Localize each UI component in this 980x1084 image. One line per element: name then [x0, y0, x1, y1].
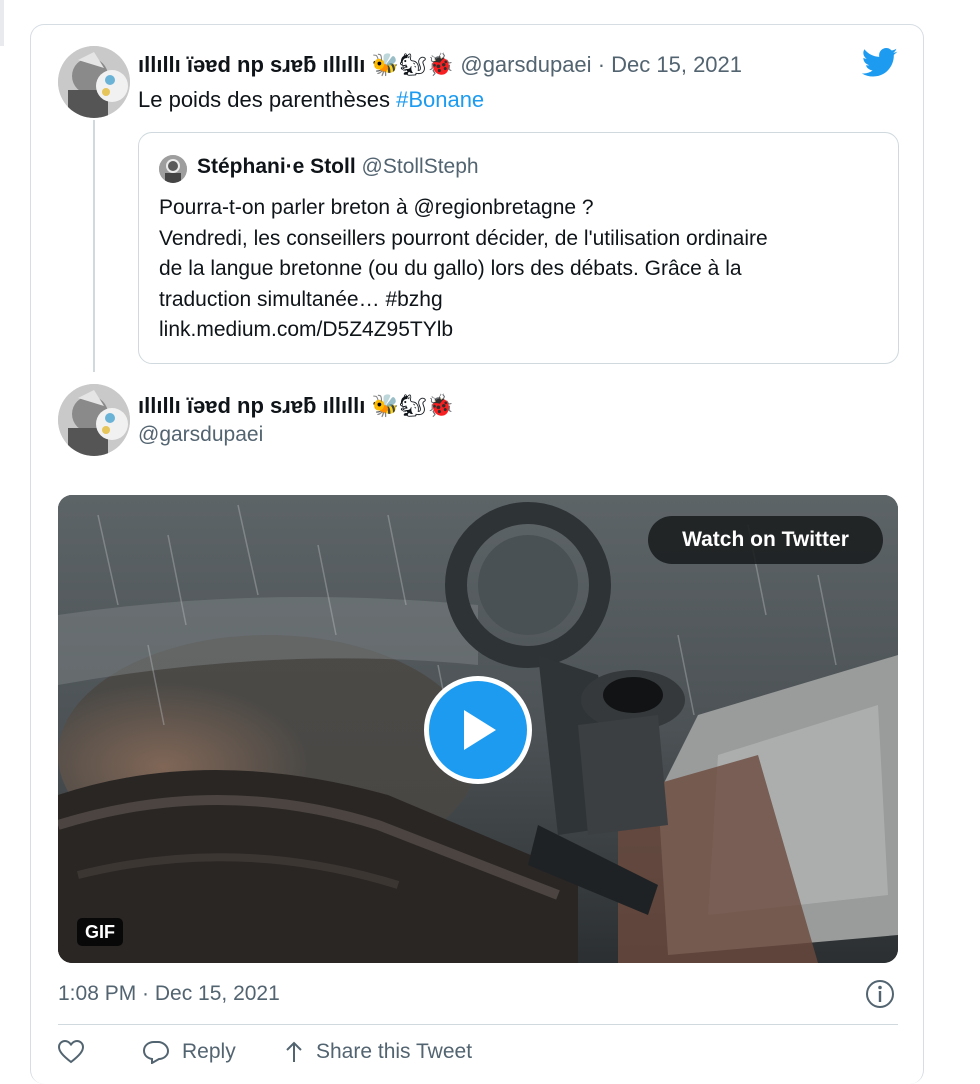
watch-on-twitter-button[interactable]: Watch on Twitter	[648, 516, 883, 564]
reply-author-emoji: 🐝🐿🐞	[371, 394, 455, 419]
thread-connector	[93, 120, 95, 372]
hashtag-link[interactable]: #Bonane	[396, 87, 484, 112]
reply-icon	[142, 1041, 170, 1064]
info-icon[interactable]	[864, 978, 896, 1010]
quoted-author-name[interactable]: Stéphani·e Stoll	[197, 155, 356, 178]
play-icon	[464, 710, 496, 750]
twitter-bird-icon[interactable]	[862, 48, 898, 78]
tweet-timestamp[interactable]: 1:08 PM · Dec 15, 2021	[58, 980, 280, 1008]
quoted-link[interactable]: link.medium.com/D5Z4Z95TYlb	[159, 315, 884, 346]
reply-author-display-name[interactable]: ıllıllı ïəɐd np sɹɐƃ ıllıllı	[138, 393, 365, 418]
quoted-line: Vendredi, les conseillers pourront décid…	[159, 226, 768, 250]
reply-author-name-line: ıllıllı ïəɐd np sɹɐƃ ıllıllı 🐝🐿🐞	[138, 392, 454, 421]
reply-button[interactable]: Reply	[142, 1040, 236, 1064]
separator-dot: ·	[597, 52, 606, 77]
quoted-line: traduction simultanée… #bzhg	[159, 287, 443, 311]
author-name-line: ıllıllı ïəɐd np sɹɐƃ ıllıllı 🐝🐿🐞 @garsdu…	[138, 51, 742, 80]
left-edge-strip	[0, 0, 4, 46]
author-handle[interactable]: @garsdupaei	[460, 52, 591, 77]
quoted-author-avatar[interactable]	[159, 155, 187, 183]
quoted-line: Pourra-t-on parler breton à @regionbreta…	[159, 196, 594, 219]
tweet-date[interactable]: Dec 15, 2021	[611, 52, 742, 77]
tweet-body: Le poids des parenthèses	[138, 87, 397, 112]
quoted-line: de la langue bretonne (ou du gallo) lors…	[159, 257, 742, 280]
reply-author-handle[interactable]: @garsdupaei	[138, 421, 263, 449]
footer-divider	[58, 1024, 898, 1025]
quoted-author-handle[interactable]: @StollSteph	[362, 155, 479, 178]
reply-label: Reply	[182, 1040, 236, 1063]
reply-author-avatar[interactable]	[58, 384, 130, 456]
share-icon	[286, 1041, 302, 1062]
quoted-tweet[interactable]: Stéphani·e Stoll @StollSteph Pourra-t-on…	[138, 132, 899, 364]
gif-badge: GIF	[77, 918, 123, 946]
quoted-author-line: Stéphani·e Stoll @StollSteph	[197, 153, 479, 181]
author-emoji: 🐝🐿🐞	[371, 53, 455, 78]
share-button[interactable]: Share this Tweet	[284, 1040, 472, 1064]
quoted-tweet-body: Pourra-t-on parler breton à @regionbreta…	[159, 193, 884, 346]
share-label: Share this Tweet	[316, 1040, 473, 1063]
heart-icon	[58, 1040, 84, 1064]
author-display-name[interactable]: ıllıllı ïəɐd np sɹɐƃ ıllıllı	[138, 52, 365, 77]
like-button[interactable]	[58, 1040, 96, 1064]
play-button[interactable]	[424, 676, 532, 784]
author-avatar[interactable]	[58, 46, 130, 118]
tweet-text: Le poids des parenthèses #Bonane	[138, 86, 484, 114]
